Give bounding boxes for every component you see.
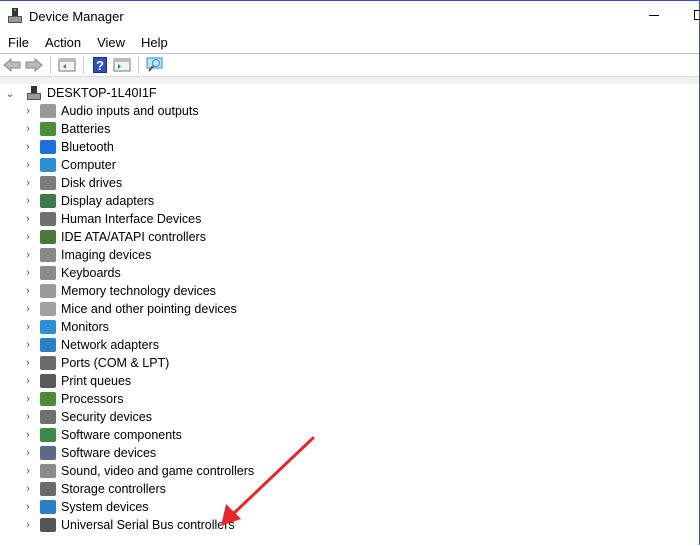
device-manager-window: Device Manager File Action View Help ? ⌄…	[0, 0, 700, 545]
annotation-arrow	[221, 436, 315, 526]
